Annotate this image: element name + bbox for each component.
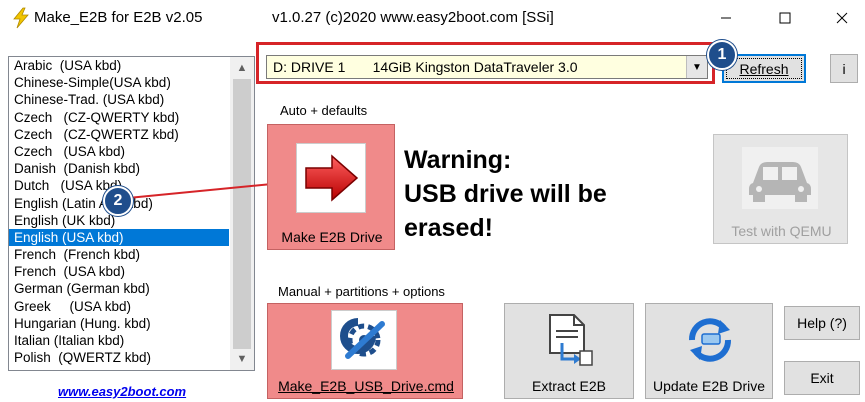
exit-label: Exit: [810, 370, 834, 386]
warning-text: Warning: USB drive will be erased!: [404, 143, 607, 245]
make-e2b-cmd-button[interactable]: Make_E2B_USB_Drive.cmd: [267, 303, 463, 399]
warning-line-3: erased!: [404, 214, 493, 242]
annotation-badge-2: 2: [103, 186, 133, 216]
annotation-badge-1: 1: [707, 40, 737, 70]
warning-line-2: USB drive will be: [404, 180, 607, 208]
car-icon: [742, 147, 818, 209]
test-qemu-label: Test with QEMU: [731, 223, 832, 239]
update-sync-icon: [680, 310, 740, 370]
update-e2b-drive-label: Update E2B Drive: [652, 378, 766, 394]
exit-button[interactable]: Exit: [784, 361, 860, 395]
make-e2b-drive-button[interactable]: Make E2B Drive: [267, 124, 395, 250]
extract-e2b-button[interactable]: Extract E2B: [504, 303, 634, 399]
warning-line-1: Warning:: [404, 146, 512, 174]
extract-e2b-label: Extract E2B: [532, 378, 606, 394]
red-arrow-icon: [296, 143, 366, 213]
extract-document-icon: [539, 310, 599, 370]
help-button[interactable]: Help (?): [784, 306, 860, 340]
update-e2b-drive-button[interactable]: Update E2B Drive: [645, 303, 773, 399]
manual-options-label: Manual + partitions + options: [278, 284, 445, 299]
make-e2b-drive-label: Make E2B Drive: [281, 229, 383, 245]
test-qemu-button[interactable]: Test with QEMU: [713, 134, 848, 244]
help-label: Help (?): [797, 315, 847, 331]
tools-icon: [331, 310, 397, 370]
make-e2b-cmd-label: Make_E2B_USB_Drive.cmd: [278, 378, 454, 394]
auto-defaults-label: Auto + defaults: [280, 103, 368, 118]
